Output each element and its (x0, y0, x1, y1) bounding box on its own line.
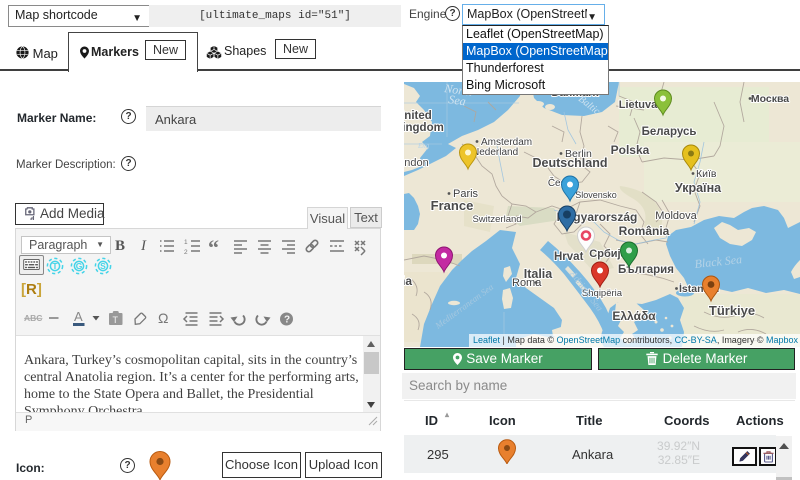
svg-text:Lietuva: Lietuva (619, 99, 658, 111)
svg-text:France: France (431, 198, 474, 213)
svg-text:Ελλάδα: Ελλάδα (612, 309, 656, 323)
svg-text:Paris: Paris (453, 188, 479, 200)
svg-text:G: G (76, 261, 83, 271)
svg-text:România: România (619, 224, 670, 238)
svg-text:Україна: Україна (675, 181, 722, 195)
svg-text:London: London (404, 157, 429, 169)
svg-text:United: United (404, 110, 432, 122)
svg-text:Roma: Roma (512, 277, 542, 289)
svg-text:B: B (115, 238, 125, 254)
svg-text:2: 2 (184, 249, 188, 256)
svg-text:T: T (113, 315, 119, 325)
svg-text:A: A (74, 309, 83, 324)
svg-text:I: I (140, 238, 147, 254)
svg-text:Moldova: Moldova (655, 210, 697, 222)
svg-text:T: T (52, 261, 58, 271)
svg-text:Türkiye: Türkiye (709, 303, 755, 318)
svg-text:?: ? (284, 315, 290, 326)
svg-text:Ω: Ω (158, 310, 168, 326)
svg-text:Москва: Москва (751, 93, 789, 105)
svg-text:Беларусь: Беларусь (642, 126, 697, 138)
svg-text:България: България (618, 264, 674, 276)
svg-text:1: 1 (184, 239, 188, 246)
svg-text:Slovensko: Slovensko (575, 190, 617, 200)
svg-text:Hrvat: Hrvat (554, 251, 584, 263)
svg-text:Switzerland: Switzerland (472, 214, 521, 225)
svg-text:Київ: Київ (696, 168, 717, 180)
svg-text:“: “ (208, 235, 219, 256)
svg-text:Nederland: Nederland (472, 147, 518, 158)
svg-text:Eng: Eng (417, 142, 430, 150)
svg-text:ABC: ABC (24, 313, 42, 323)
svg-text:Kingdom: Kingdom (404, 122, 444, 134)
svg-text:España: España (404, 274, 412, 288)
svg-text:S: S (100, 261, 106, 271)
svg-text:Polska: Polska (611, 143, 650, 157)
svg-text:Berlin: Berlin (565, 148, 592, 160)
